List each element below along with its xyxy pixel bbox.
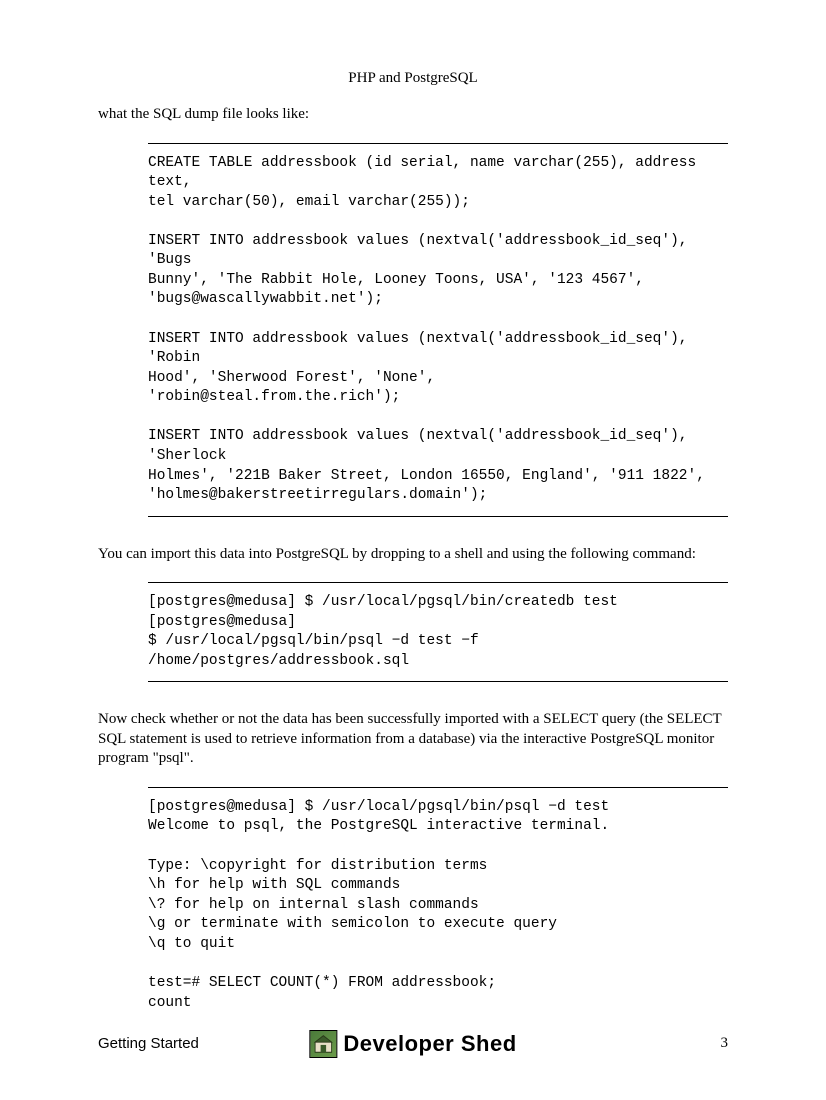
sql-dump-code-block: CREATE TABLE addressbook (id serial, nam… [148,143,728,517]
paragraph-2: You can import this data into PostgreSQL… [98,545,728,565]
psql-session-code-block: [postgres@medusa] $ /usr/local/pgsql/bin… [148,787,728,1023]
intro-paragraph-1: what the SQL dump file looks like: [98,105,728,125]
footer-brand-text: Developer Shed [343,1031,516,1057]
footer-brand: Developer Shed [309,1030,516,1058]
paragraph-3: Now check whether or not the data has be… [98,710,728,769]
footer-section-label: Getting Started [98,1035,199,1052]
page-footer: Getting Started Developer Shed 3 [98,1035,728,1052]
import-command-code-block: [postgres@medusa] $ /usr/local/pgsql/bin… [148,582,728,682]
developer-shed-logo-icon [309,1030,337,1058]
page-number: 3 [721,1035,729,1052]
page-header-title: PHP and PostgreSQL [98,70,728,87]
